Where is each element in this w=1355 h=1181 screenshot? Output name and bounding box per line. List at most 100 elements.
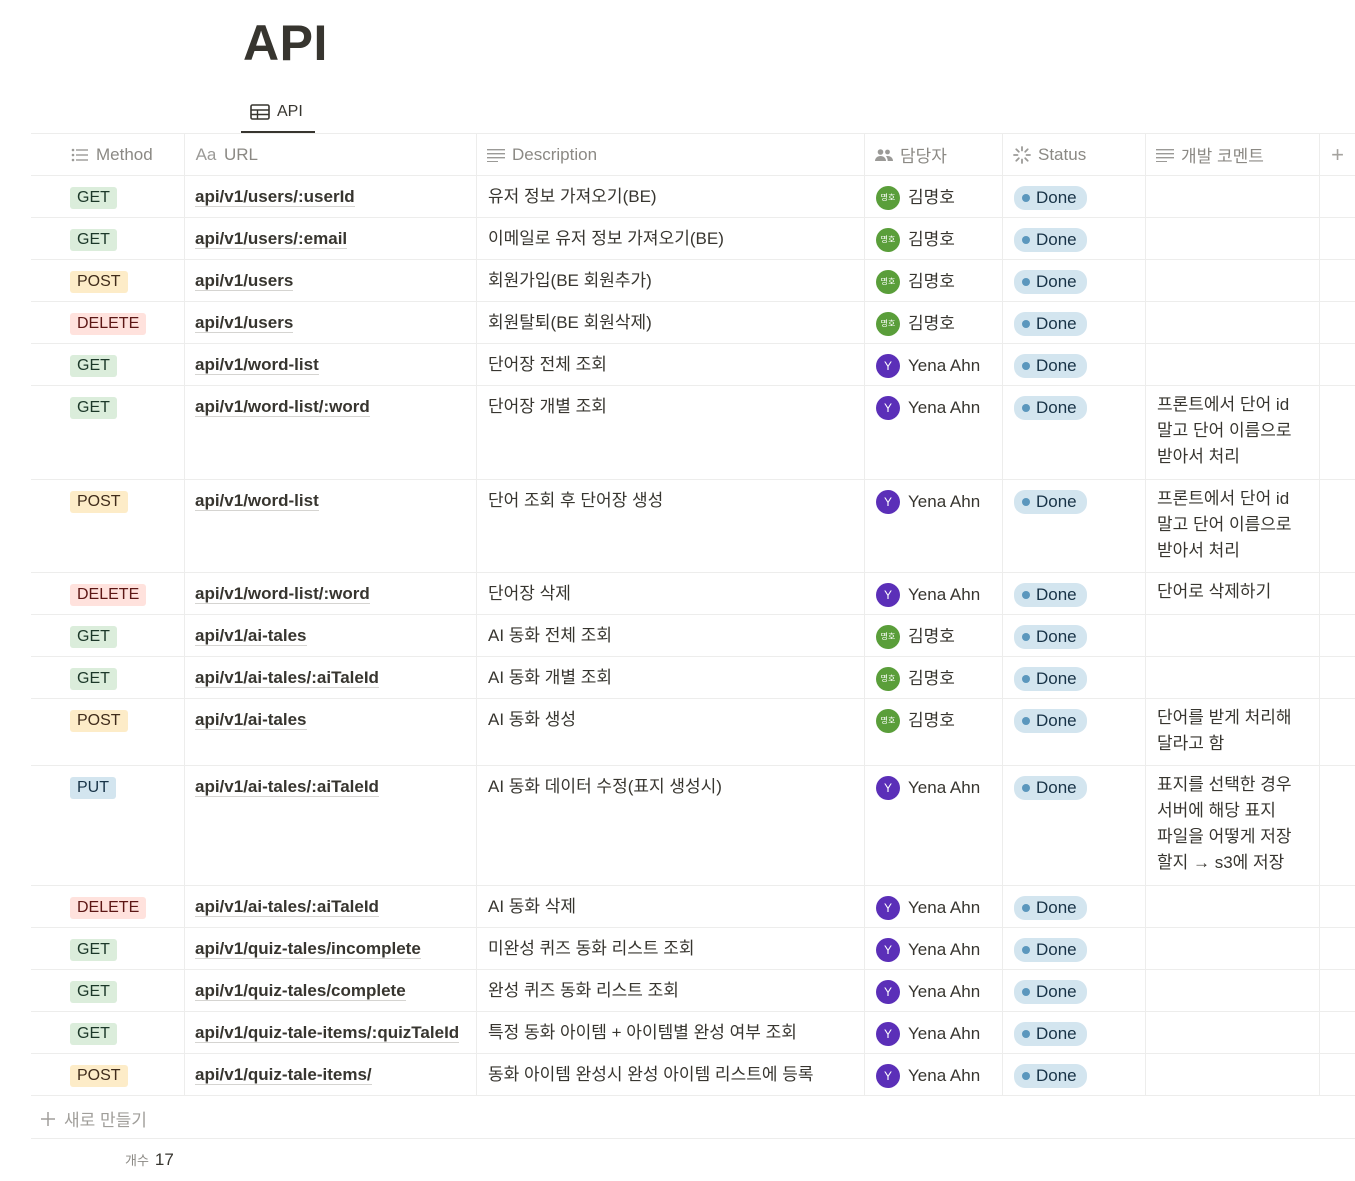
column-header-url[interactable]: Aa URL (185, 134, 477, 175)
method-cell[interactable]: DELETE (31, 302, 185, 343)
status-cell[interactable]: Done (1003, 886, 1146, 927)
description-cell[interactable]: AI 동화 개별 조회 (477, 657, 865, 698)
status-cell[interactable]: Done (1003, 386, 1146, 479)
table-row[interactable]: GET api/v1/quiz-tales/incomplete 미완성 퀴즈 동화… (31, 928, 1355, 970)
comment-cell[interactable]: 표지를 선택한 경우 서버에 해당 표지 파일을 어떻게 저장 할지 → s3에… (1146, 766, 1320, 885)
method-cell[interactable]: GET (31, 928, 185, 969)
comment-cell[interactable]: 프론트에서 단어 id 말고 단어 이름으로 받아서 처리 (1146, 480, 1320, 572)
comment-cell[interactable] (1146, 302, 1320, 343)
description-cell[interactable]: AI 동화 전체 조회 (477, 615, 865, 656)
status-cell[interactable]: Done (1003, 218, 1146, 259)
column-header-owner[interactable]: 담당자 (865, 134, 1003, 175)
description-cell[interactable]: 완성 퀴즈 동화 리스트 조회 (477, 970, 865, 1011)
column-header-description[interactable]: Description (477, 134, 865, 175)
owner-cell[interactable]: 명호 김명호 (865, 699, 1003, 765)
table-row[interactable]: DELETE api/v1/ai-tales/:aiTaleId AI 동화 삭제 Y… (31, 886, 1355, 928)
url-link[interactable]: api/v1/word-list/:word (195, 584, 370, 604)
method-cell[interactable]: GET (31, 970, 185, 1011)
owner-cell[interactable]: Y Yena Ahn (865, 1012, 1003, 1053)
url-cell[interactable]: api/v1/quiz-tales/incomplete (185, 928, 477, 969)
owner-cell[interactable]: Y Yena Ahn (865, 1054, 1003, 1095)
description-cell[interactable]: 단어 조회 후 단어장 생성 (477, 480, 865, 572)
description-cell[interactable]: AI 동화 데이터 수정(표지 생성시) (477, 766, 865, 885)
table-row[interactable]: POST api/v1/word-list 단어 조회 후 단어장 생성 Y Yena … (31, 480, 1355, 573)
description-cell[interactable]: AI 동화 삭제 (477, 886, 865, 927)
tab-api-view[interactable]: API (241, 92, 315, 133)
url-cell[interactable]: api/v1/word-list (185, 344, 477, 385)
url-link[interactable]: api/v1/users (195, 313, 294, 333)
url-link[interactable]: api/v1/quiz-tales/complete (195, 981, 406, 1001)
url-link[interactable]: api/v1/users/:email (195, 229, 348, 249)
url-link[interactable]: api/v1/quiz-tale-items/:quizTaleId (195, 1023, 460, 1043)
column-header-comment[interactable]: 개발 코멘트 (1146, 134, 1320, 175)
owner-cell[interactable]: Y Yena Ahn (865, 573, 1003, 614)
url-cell[interactable]: api/v1/users (185, 302, 477, 343)
column-header-status[interactable]: Status (1003, 134, 1146, 175)
description-cell[interactable]: 회원탈퇴(BE 회원삭제) (477, 302, 865, 343)
description-cell[interactable]: 단어장 전체 조회 (477, 344, 865, 385)
owner-cell[interactable]: Y Yena Ahn (865, 386, 1003, 479)
method-cell[interactable]: GET (31, 344, 185, 385)
comment-cell[interactable] (1146, 176, 1320, 217)
url-cell[interactable]: api/v1/word-list (185, 480, 477, 572)
status-cell[interactable]: Done (1003, 176, 1146, 217)
method-cell[interactable]: GET (31, 615, 185, 656)
comment-cell[interactable] (1146, 657, 1320, 698)
url-cell[interactable]: api/v1/ai-tales (185, 615, 477, 656)
table-row[interactable]: POST api/v1/users 회원가입(BE 회원추가) 명호 김명호 Done (31, 260, 1355, 302)
description-cell[interactable]: 단어장 삭제 (477, 573, 865, 614)
url-cell[interactable]: api/v1/ai-tales/:aiTaleId (185, 766, 477, 885)
method-cell[interactable]: GET (31, 657, 185, 698)
url-cell[interactable]: api/v1/quiz-tale-items/ (185, 1054, 477, 1095)
comment-cell[interactable] (1146, 1054, 1320, 1095)
status-cell[interactable]: Done (1003, 615, 1146, 656)
status-cell[interactable]: Done (1003, 928, 1146, 969)
table-row[interactable]: GET api/v1/users/:email 이메일로 유저 정보 가져오기(BE… (31, 218, 1355, 260)
url-link[interactable]: api/v1/word-list (195, 491, 319, 511)
url-link[interactable]: api/v1/word-list/:word (195, 397, 370, 417)
comment-cell[interactable] (1146, 928, 1320, 969)
url-link[interactable]: api/v1/users/:userId (195, 187, 355, 207)
table-row[interactable]: PUT api/v1/ai-tales/:aiTaleId AI 동화 데이터 수정… (31, 766, 1355, 886)
status-cell[interactable]: Done (1003, 766, 1146, 885)
url-cell[interactable]: api/v1/ai-tales (185, 699, 477, 765)
comment-cell[interactable] (1146, 970, 1320, 1011)
method-cell[interactable]: GET (31, 386, 185, 479)
method-cell[interactable]: GET (31, 176, 185, 217)
comment-cell[interactable]: 단어를 받게 처리해 달라고 함 (1146, 699, 1320, 765)
url-link[interactable]: api/v1/ai-tales/:aiTaleId (195, 777, 379, 797)
table-row[interactable]: GET api/v1/users/:userId 유저 정보 가져오기(BE) 명호 김… (31, 176, 1355, 218)
description-cell[interactable]: 이메일로 유저 정보 가져오기(BE) (477, 218, 865, 259)
status-cell[interactable]: Done (1003, 573, 1146, 614)
owner-cell[interactable]: 명호 김명호 (865, 302, 1003, 343)
description-cell[interactable]: 동화 아이템 완성시 완성 아이템 리스트에 등록 (477, 1054, 865, 1095)
comment-cell[interactable] (1146, 1012, 1320, 1053)
url-link[interactable]: api/v1/users (195, 271, 294, 291)
owner-cell[interactable]: Y Yena Ahn (865, 886, 1003, 927)
table-row[interactable]: GET api/v1/ai-tales AI 동화 전체 조회 명호 김명호 Done (31, 615, 1355, 657)
url-link[interactable]: api/v1/word-list (195, 355, 319, 375)
table-row[interactable]: GET api/v1/word-list/:word 단어장 개별 조회 Y Yena … (31, 386, 1355, 480)
method-cell[interactable]: DELETE (31, 573, 185, 614)
url-link[interactable]: api/v1/ai-tales/:aiTaleId (195, 897, 379, 917)
table-row[interactable]: DELETE api/v1/word-list/:word 단어장 삭제 Y Yena … (31, 573, 1355, 615)
status-cell[interactable]: Done (1003, 1012, 1146, 1053)
url-link[interactable]: api/v1/ai-tales (195, 626, 307, 646)
description-cell[interactable]: 회원가입(BE 회원추가) (477, 260, 865, 301)
comment-cell[interactable] (1146, 260, 1320, 301)
comment-cell[interactable]: 프론트에서 단어 id 말고 단어 이름으로 받아서 처리 (1146, 386, 1320, 479)
method-cell[interactable]: DELETE (31, 886, 185, 927)
comment-cell[interactable] (1146, 218, 1320, 259)
owner-cell[interactable]: Y Yena Ahn (865, 928, 1003, 969)
owner-cell[interactable]: 명호 김명호 (865, 657, 1003, 698)
url-cell[interactable]: api/v1/ai-tales/:aiTaleId (185, 657, 477, 698)
method-cell[interactable]: GET (31, 1012, 185, 1053)
status-cell[interactable]: Done (1003, 344, 1146, 385)
url-link[interactable]: api/v1/quiz-tales/incomplete (195, 939, 421, 959)
new-row-button[interactable]: 새로 만들기 (31, 1099, 1355, 1139)
owner-cell[interactable]: 명호 김명호 (865, 260, 1003, 301)
url-link[interactable]: api/v1/quiz-tale-items/ (195, 1065, 372, 1085)
url-cell[interactable]: api/v1/quiz-tales/complete (185, 970, 477, 1011)
table-row[interactable]: GET api/v1/quiz-tale-items/:quizTaleId 특정 … (31, 1012, 1355, 1054)
method-cell[interactable]: POST (31, 480, 185, 572)
